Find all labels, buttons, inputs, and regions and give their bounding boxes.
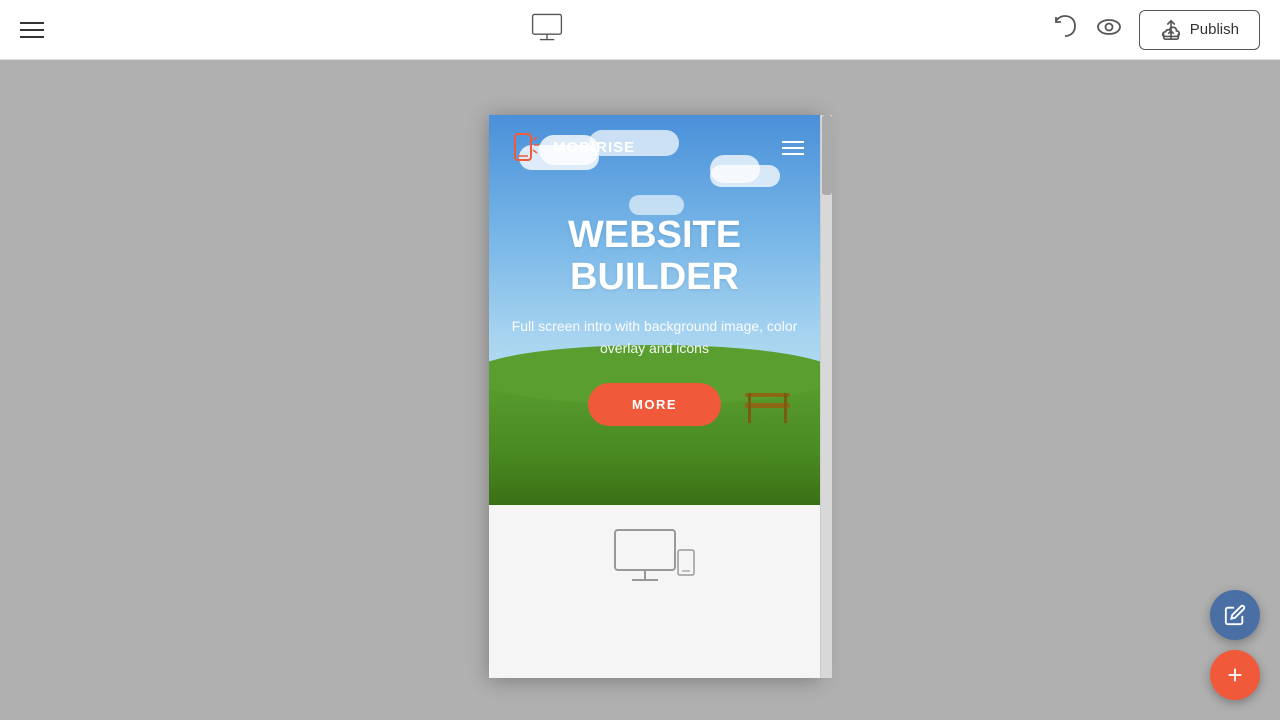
pencil-icon xyxy=(1224,604,1246,626)
more-button[interactable]: MORE xyxy=(588,383,721,426)
preview-bottom-section xyxy=(489,505,820,678)
preview-button[interactable] xyxy=(1095,13,1123,46)
toolbar-right: Publish xyxy=(1051,10,1260,50)
preview-hero: MOBIRISE WEBSITE BUILDER Full screen int… xyxy=(489,115,820,505)
undo-button[interactable] xyxy=(1051,13,1079,46)
fab-edit-button[interactable] xyxy=(1210,590,1260,640)
hero-title-line2: BUILDER xyxy=(509,257,800,299)
preview-scrollbar[interactable] xyxy=(820,115,832,678)
plus-icon xyxy=(1224,664,1246,686)
preview-navbar: MOBIRISE xyxy=(489,115,820,180)
preview-hero-subtitle: Full screen intro with background image,… xyxy=(509,315,800,360)
menu-button[interactable] xyxy=(20,22,44,38)
mobirise-logo-icon xyxy=(505,128,545,168)
fab-add-button[interactable] xyxy=(1210,650,1260,700)
canvas-area: MOBIRISE WEBSITE BUILDER Full screen int… xyxy=(0,60,1280,720)
scrollbar-thumb[interactable] xyxy=(822,115,832,195)
publish-button[interactable]: Publish xyxy=(1139,10,1260,50)
preview-logo: MOBIRISE xyxy=(505,128,635,168)
hero-title-line1: WEBSITE xyxy=(509,215,800,257)
monitor-view-button[interactable] xyxy=(529,9,565,50)
preview-hero-content: WEBSITE BUILDER Full screen intro with b… xyxy=(489,215,820,426)
toolbar-left xyxy=(20,22,44,38)
toolbar-center xyxy=(529,9,565,50)
publish-label: Publish xyxy=(1190,21,1239,38)
preview-monitor-sketch xyxy=(610,525,700,590)
preview-frame: MOBIRISE WEBSITE BUILDER Full screen int… xyxy=(489,115,820,678)
preview-hero-title: WEBSITE BUILDER xyxy=(509,215,800,299)
toolbar: Publish xyxy=(0,0,1280,60)
preview-logo-text: MOBIRISE xyxy=(553,139,635,156)
preview-hamburger-menu[interactable] xyxy=(782,141,804,155)
